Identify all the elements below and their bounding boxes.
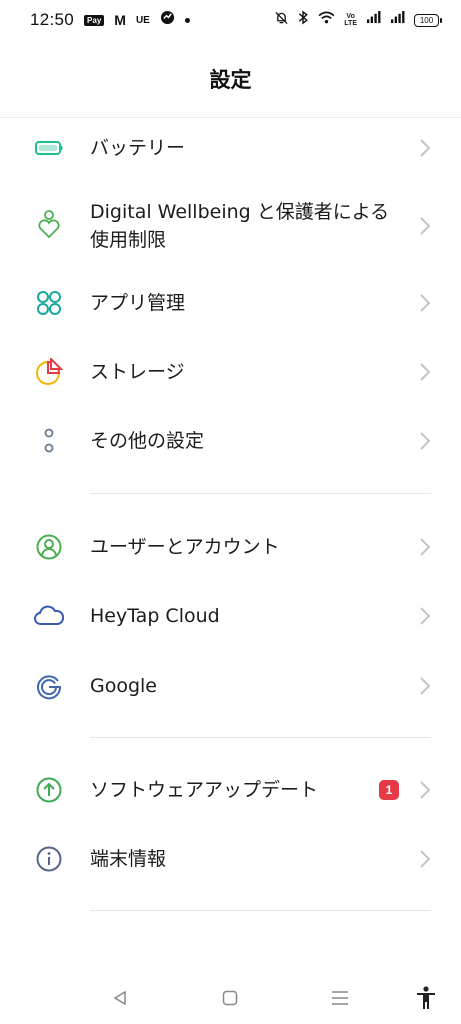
sync-notification-icon	[160, 10, 175, 30]
chevron-right-icon	[420, 432, 431, 450]
status-bar: 12:50 Pay M UE Vo LTE 100	[0, 0, 461, 40]
recents-icon[interactable]	[328, 986, 352, 1010]
accessibility-icon[interactable]	[414, 986, 438, 1010]
settings-item-digital-wellbeing[interactable]: Digital Wellbeing と保護者による 使用制限	[0, 192, 461, 258]
wifi-icon	[318, 11, 335, 29]
more-notifications-dot-icon	[184, 17, 190, 23]
signal-2-icon	[390, 11, 405, 29]
chevron-right-icon	[420, 139, 431, 157]
google-g-icon	[34, 671, 64, 701]
signal-1-icon	[366, 11, 381, 29]
settings-item-heytap-cloud[interactable]: HeyTap Cloud	[0, 596, 461, 636]
chevron-right-icon	[420, 850, 431, 868]
group-divider	[90, 493, 431, 494]
storage-pie-icon	[34, 357, 64, 387]
app-grid-icon	[34, 288, 64, 318]
settings-item-label: ストレージ	[90, 361, 185, 383]
chevron-right-icon	[420, 363, 431, 381]
settings-item-app-management[interactable]: アプリ管理	[0, 283, 461, 323]
settings-item-storage[interactable]: ストレージ	[0, 352, 461, 392]
update-count-badge: 1	[379, 780, 399, 800]
cloud-icon	[34, 601, 64, 631]
page-title: 設定	[209, 68, 252, 92]
settings-item-label: 端末情報	[90, 848, 167, 870]
settings-item-label: ソフトウェアアップデート	[90, 779, 319, 801]
header-divider	[0, 117, 461, 118]
battery-icon	[34, 133, 64, 163]
battery-status-icon: 100	[414, 13, 442, 27]
volte-icon: Vo LTE	[344, 13, 357, 27]
settings-item-google[interactable]: Google	[0, 666, 461, 706]
update-arrow-icon	[34, 775, 64, 805]
system-nav-bar	[0, 978, 461, 1024]
settings-item-label: Google	[90, 675, 158, 697]
ue-notification-icon: UE	[135, 14, 150, 26]
chevron-right-icon	[420, 781, 431, 799]
clock: 12:50	[30, 10, 75, 29]
chevron-right-icon	[420, 538, 431, 556]
settings-item-users-accounts[interactable]: ユーザーとアカウント	[0, 527, 461, 567]
info-icon	[34, 844, 64, 874]
chevron-right-icon	[420, 294, 431, 312]
bluetooth-icon	[297, 10, 309, 30]
gmail-notification-icon: M	[114, 12, 126, 28]
back-icon[interactable]	[108, 986, 132, 1010]
settings-item-label: HeyTap Cloud	[90, 605, 220, 627]
settings-item-software-update[interactable]: ソフトウェアアップデート 1	[0, 770, 461, 810]
status-left: 12:50 Pay M UE	[30, 10, 190, 30]
wellbeing-heart-icon	[34, 210, 64, 240]
group-divider	[90, 910, 431, 911]
settings-item-label: ユーザーとアカウント	[90, 536, 280, 558]
settings-item-label-line2: 使用制限	[90, 229, 167, 251]
settings-item-other-settings[interactable]: その他の設定	[0, 421, 461, 461]
settings-item-label: アプリ管理	[90, 292, 186, 314]
pay-notification-icon: Pay	[84, 14, 105, 26]
status-right: Vo LTE 100	[275, 10, 442, 30]
group-divider	[90, 737, 431, 738]
chevron-right-icon	[420, 217, 431, 235]
settings-item-label: バッテリー	[90, 137, 186, 159]
settings-item-battery[interactable]: バッテリー	[0, 128, 461, 168]
settings-item-device-info[interactable]: 端末情報	[0, 839, 461, 879]
settings-item-label-line1: Digital Wellbeing と保護者による	[90, 201, 390, 223]
settings-item-label: その他の設定	[90, 430, 205, 452]
bell-off-icon	[275, 11, 288, 30]
chevron-right-icon	[420, 607, 431, 625]
chevron-right-icon	[420, 677, 431, 695]
user-account-icon	[34, 532, 64, 562]
more-dots-icon	[34, 426, 64, 456]
home-icon[interactable]	[218, 986, 242, 1010]
